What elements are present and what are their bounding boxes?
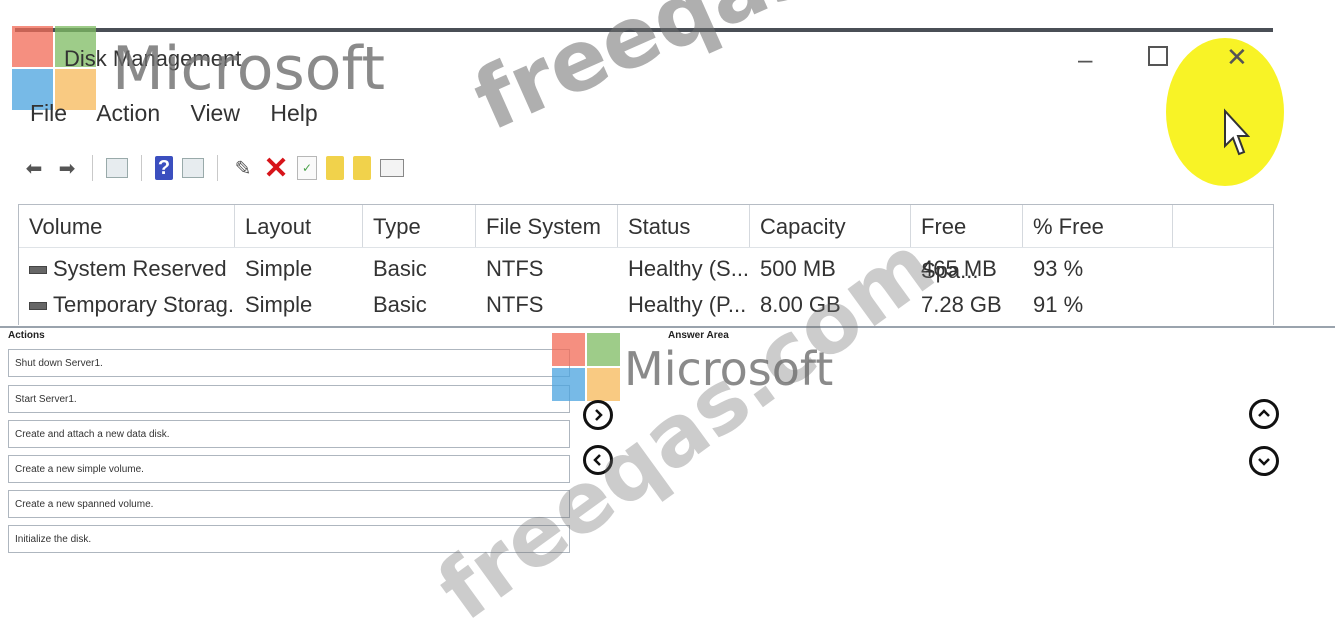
microsoft-watermark-text: Microsoft [112,34,386,104]
cell-volume: System Reserved [19,251,235,287]
cell-status: Healthy (S... [628,256,750,281]
menu-file[interactable]: File [30,100,67,126]
console-icon[interactable] [106,158,128,178]
cell-file-system: NTFS [486,292,544,317]
action-item[interactable]: Create and attach a new data disk. [8,420,570,448]
action-item[interactable]: Create a new simple volume. [8,455,570,483]
microsoft-logo-watermark [552,333,620,401]
cell-layout: Simple [245,256,313,281]
chevron-up-icon [1258,409,1270,417]
answer-area-heading: Answer Area [668,330,729,341]
back-arrow-icon[interactable]: ⬅ [22,156,46,180]
toolbar: ⬅ ➡ ? ✎ ✕ ✓ [22,148,404,188]
chevron-right-icon [595,409,603,421]
minimize-icon[interactable]: – [1078,44,1092,75]
move-up-button[interactable] [1249,399,1279,429]
cell-layout: Simple [245,292,313,317]
table-row[interactable]: Temporary Storag... Simple Basic NTFS He… [19,287,1273,323]
column-header-type[interactable]: Type [363,205,476,247]
menu-view[interactable]: View [191,100,240,126]
cell-percent-free: 91 % [1033,292,1084,317]
table-row[interactable]: System Reserved Simple Basic NTFS Health… [19,251,1273,287]
volume-list: Volume Layout Type File System Status Ca… [18,204,1274,325]
site-watermark-text: freeqas.com [460,0,1035,150]
cell-type: Basic [373,256,427,281]
properties-icon[interactable] [182,158,204,178]
maximize-icon[interactable] [1148,46,1168,66]
column-header-volume[interactable]: Volume [19,205,235,247]
action-item[interactable]: Start Server1. [8,385,570,413]
mouse-cursor-icon [1224,108,1250,156]
check-icon[interactable]: ✓ [297,156,317,180]
cell-status: Healthy (P... [628,292,747,317]
folder-search-icon[interactable] [353,156,371,180]
action-item[interactable]: Shut down Server1. [8,349,570,377]
column-header-percent-free[interactable]: % Free [1023,205,1173,247]
menu-bar: File Action View Help [30,100,342,127]
column-header-status[interactable]: Status [618,205,750,247]
disk-management-window: Disk Management Microsoft freeqas.com – … [0,0,1335,328]
chevron-down-icon [1258,458,1270,466]
move-down-button[interactable] [1249,446,1279,476]
column-header-layout[interactable]: Layout [235,205,363,247]
connect-icon[interactable]: ✎ [231,156,255,180]
close-icon[interactable]: ✕ [1226,42,1248,73]
view-icon[interactable] [380,159,404,177]
actions-heading: Actions [8,330,45,341]
forward-arrow-icon[interactable]: ➡ [55,156,79,180]
volume-list-header: Volume Layout Type File System Status Ca… [19,205,1273,283]
help-icon[interactable]: ? [155,156,173,180]
drive-icon [29,302,47,311]
drive-icon [29,266,47,275]
delete-icon[interactable]: ✕ [263,152,288,185]
cell-file-system: NTFS [486,256,544,281]
cell-percent-free: 93 % [1033,256,1084,281]
menu-help[interactable]: Help [270,100,317,126]
menu-action[interactable]: Action [96,100,160,126]
column-header-file-system[interactable]: File System [476,205,618,247]
column-header-free-space[interactable]: Free Spa... [911,205,1023,283]
cell-volume: Temporary Storag... [19,287,235,323]
cell-type: Basic [373,292,427,317]
folder-up-icon[interactable] [326,156,344,180]
